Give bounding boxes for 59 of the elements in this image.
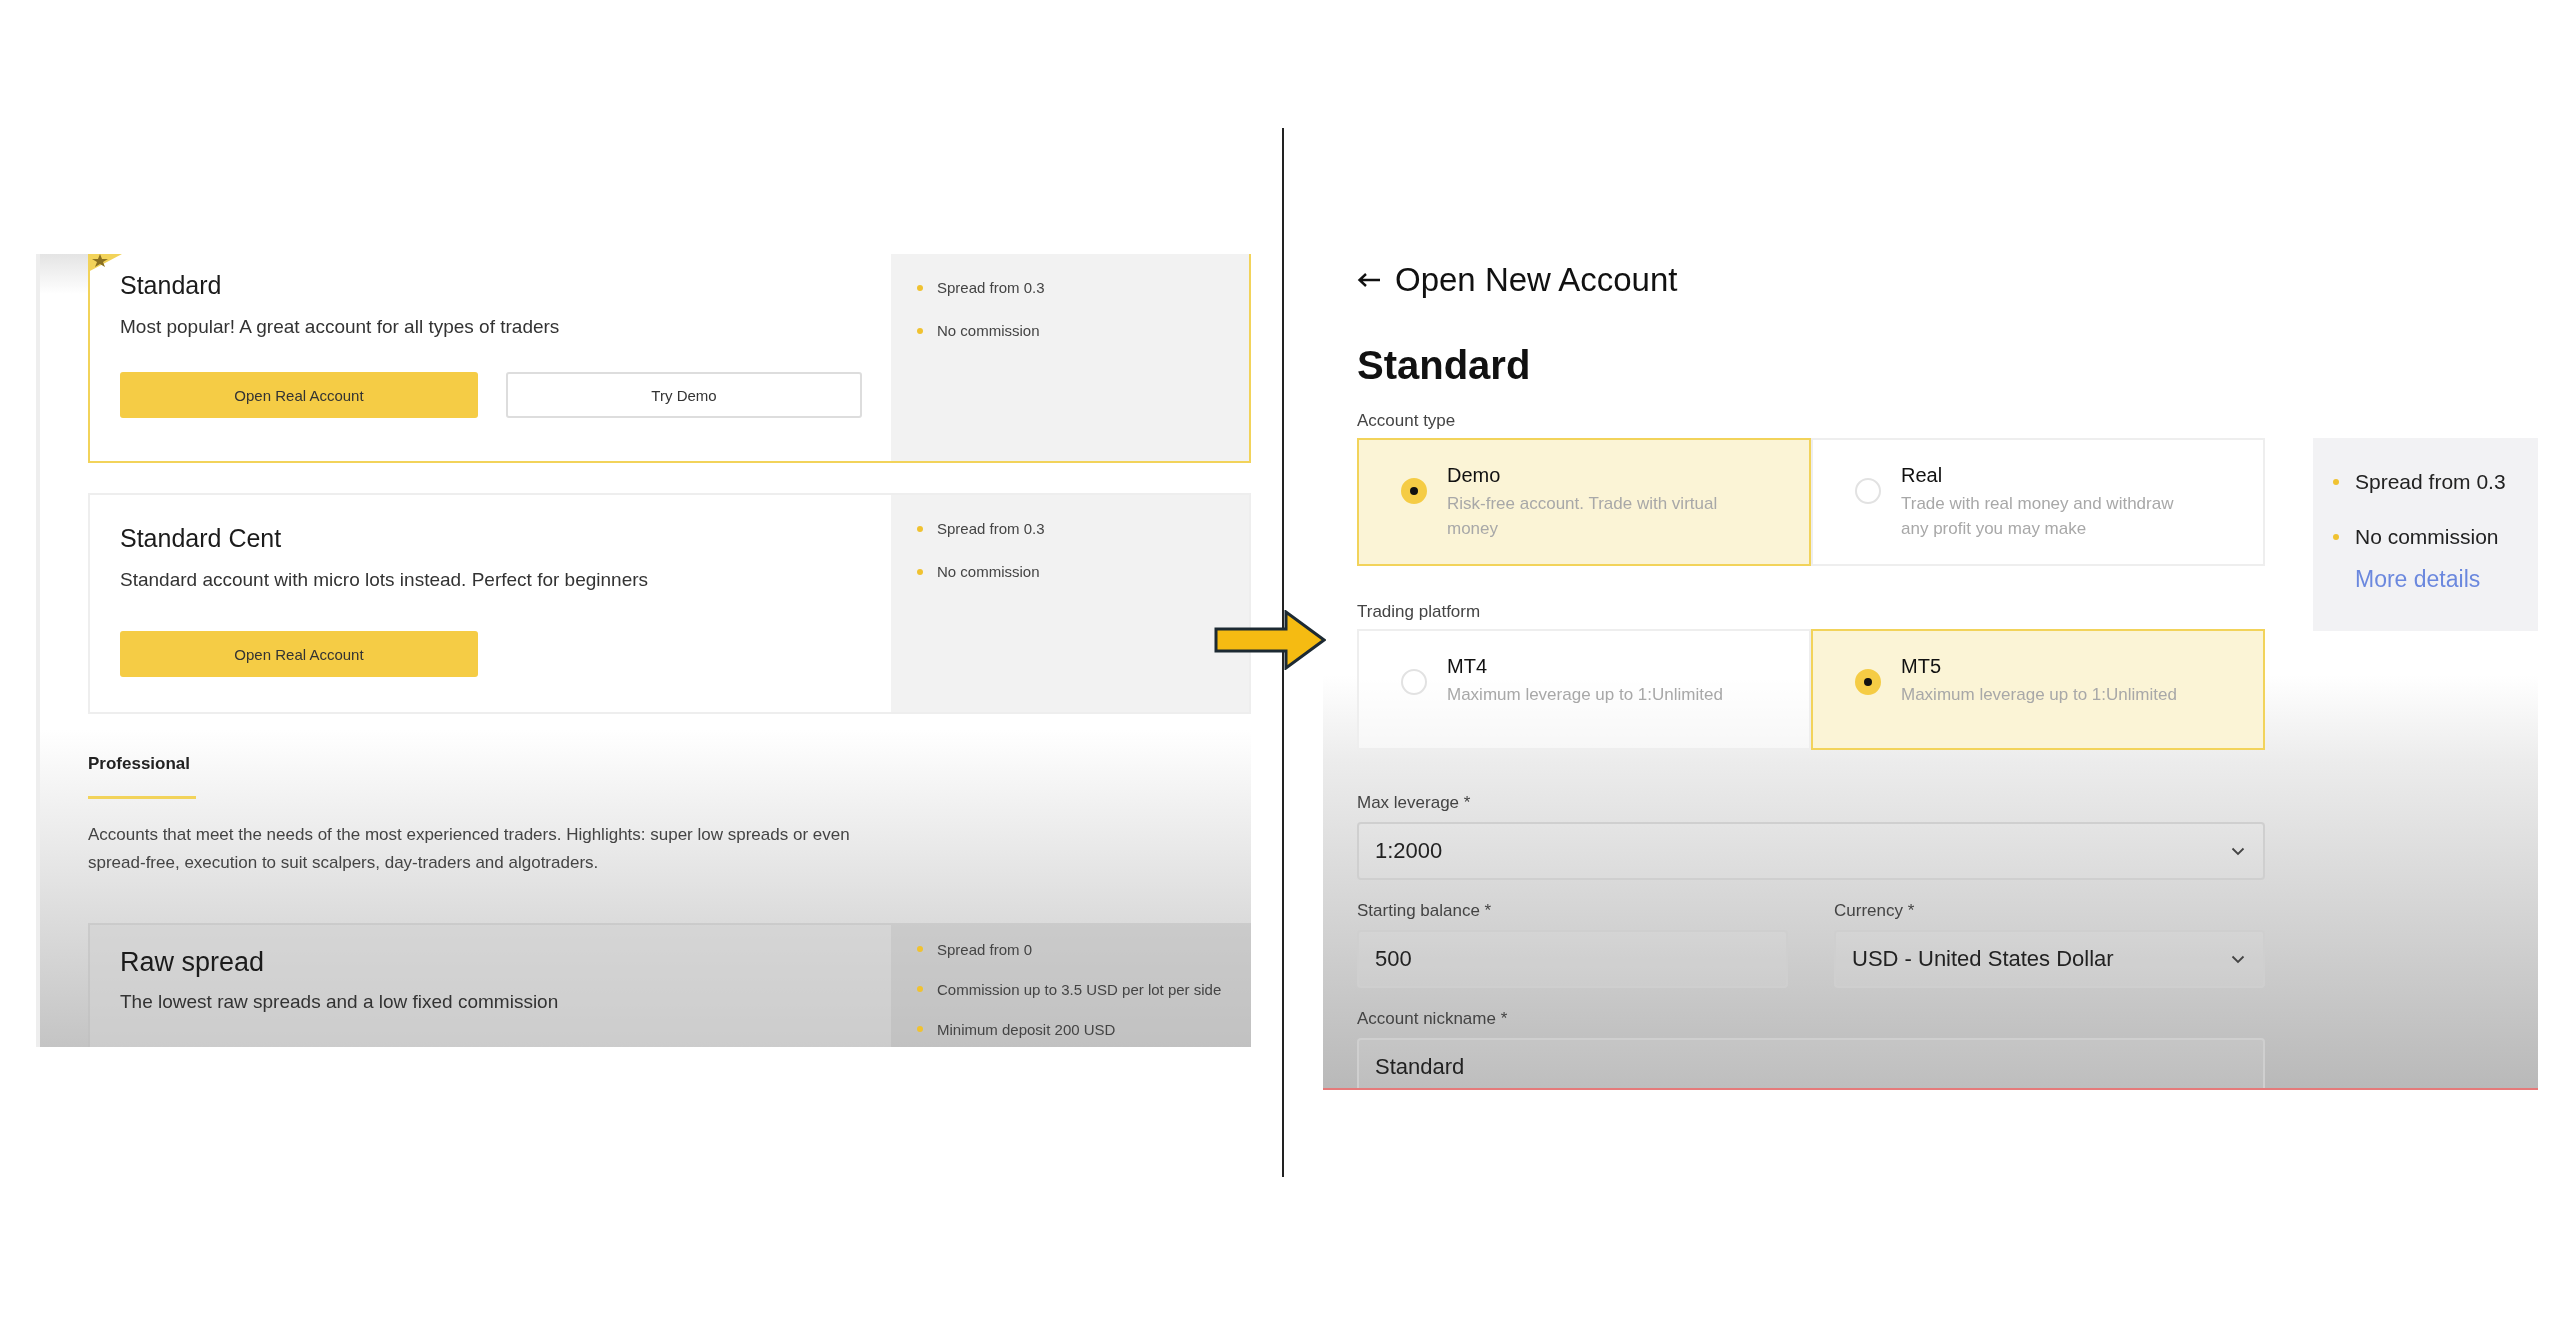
option-card[interactable]: MT5 Maximum leverage up to 1:Unlimited	[1811, 629, 2265, 750]
feature-text: Spread from 0.3	[937, 279, 1045, 296]
category-tab[interactable]: Professional	[88, 754, 191, 774]
radio-button[interactable]	[1401, 478, 1427, 504]
radio-button[interactable]	[1855, 478, 1881, 504]
bullet-icon	[917, 327, 923, 334]
feature-text: No commission	[2355, 524, 2499, 549]
account-description: The lowest raw spreads and a low fixed commission	[120, 991, 560, 1013]
option-card[interactable]: Demo Risk-free account. Trade with virtual money	[1357, 438, 1811, 566]
bullet-icon	[917, 946, 923, 952]
feature-text: Minimum deposit 200 USD	[937, 1020, 1116, 1038]
group-label: Trading platform	[1357, 601, 1482, 623]
feature-text: Spread from 0	[937, 940, 1033, 958]
option-title: MT4	[1447, 655, 1488, 678]
account-name: Standard	[1357, 343, 1531, 387]
account-title: Standard Cent	[120, 523, 283, 554]
group-label: Account type	[1357, 410, 1457, 432]
open-account-button[interactable]: Open Real Account	[120, 372, 478, 418]
field-label: Starting balance *	[1357, 900, 1493, 922]
chevron-down-icon	[2231, 846, 2245, 856]
option-title: MT5	[1901, 655, 1942, 678]
chevron-down-icon	[2231, 954, 2245, 964]
bullet-icon	[2333, 478, 2339, 485]
option-description: Maximum leverage up to 1:Unlimited	[1901, 684, 2177, 706]
feature-text: Spread from 0.3	[2355, 469, 2506, 494]
account-description: Standard account with micro lots instead. Perfect for beginners	[120, 569, 650, 591]
option-title: Real	[1901, 464, 1944, 487]
bullet-icon	[917, 284, 923, 291]
bullet-icon	[917, 986, 923, 992]
option-title: Demo	[1447, 464, 1502, 487]
dropdown-field[interactable]: 1:2000	[1357, 822, 2265, 880]
option-description: Trade with real money and withdraw any profit you may make	[1901, 493, 2175, 540]
right-arrow-icon	[1214, 610, 1326, 670]
account-description: Most popular! A great account for all types of traders	[120, 316, 561, 338]
option-card[interactable]: Real Trade with real money and withdraw any profit you may make	[1811, 438, 2265, 566]
account-title: Raw spread	[120, 946, 266, 979]
input-field[interactable]: Standard	[1357, 1038, 2265, 1088]
bullet-icon	[917, 525, 923, 532]
demo-button[interactable]: Try Demo	[506, 372, 862, 418]
account-title: Standard	[120, 270, 223, 301]
field-label: Currency *	[1834, 900, 1916, 922]
feature-text: No commission	[937, 322, 1040, 339]
option-description: Maximum leverage up to 1:Unlimited	[1447, 684, 1723, 706]
back-arrow-icon[interactable]	[1357, 272, 1381, 288]
bullet-icon	[917, 1026, 923, 1032]
field-label: Account nickname *	[1357, 1008, 1509, 1030]
page-title: Open New Account	[1395, 261, 1678, 299]
option-card[interactable]: MT4 Maximum leverage up to 1:Unlimited	[1357, 629, 1811, 750]
open-account-button[interactable]: Open Real Account	[120, 631, 478, 677]
category-description: Accounts that meet the needs of the most experienced traders. Highlights: super low spreads or even spread-free, execution to suit scalpers, day-traders and algotraders.	[88, 824, 851, 874]
radio-button[interactable]	[1855, 669, 1881, 695]
option-description: Risk-free account. Trade with virtual money	[1447, 493, 1719, 540]
radio-button[interactable]	[1401, 669, 1427, 695]
bullet-icon	[2333, 533, 2339, 540]
feature-text: No commission	[937, 563, 1040, 580]
feature-text: Commission up to 3.5 USD per lot per side	[937, 980, 1222, 998]
bullet-icon	[917, 568, 923, 575]
field-label: Max leverage *	[1357, 792, 1472, 814]
feature-text: Spread from 0.3	[937, 520, 1045, 537]
